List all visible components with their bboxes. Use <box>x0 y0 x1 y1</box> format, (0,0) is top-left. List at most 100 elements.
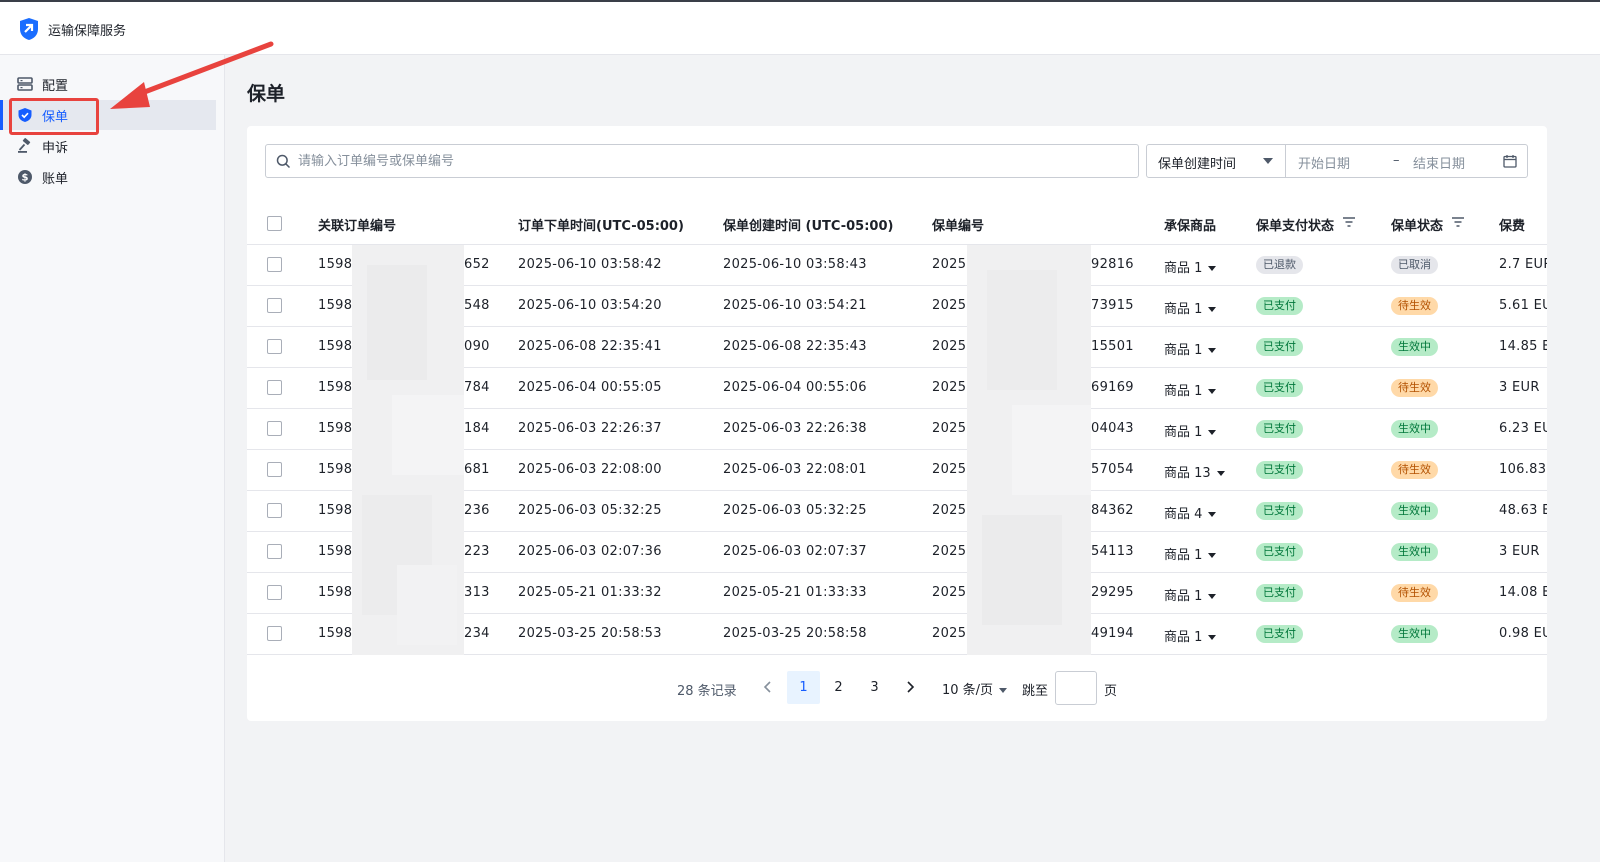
pay-status-badge: 已支付 <box>1256 625 1303 643</box>
policy-time: 2025-06-08 22:35:43 <box>723 339 867 354</box>
policy-time: 2025-05-21 01:33:33 <box>723 585 867 600</box>
chevron-left-icon[interactable] <box>761 679 775 695</box>
sidebar: 配置 保单 申诉 $ 账单 <box>0 55 225 862</box>
page-3-button[interactable]: 3 <box>858 671 891 704</box>
search-input[interactable] <box>298 151 1118 171</box>
order-no-suffix: 784 <box>464 380 490 395</box>
jump-page-input[interactable] <box>1055 671 1097 705</box>
caret-down-icon <box>1208 512 1217 517</box>
filter-icon[interactable] <box>1342 216 1356 228</box>
policy-status-badge: 待生效 <box>1391 379 1438 397</box>
logo-icon <box>20 18 38 40</box>
pay-status-badge: 已支付 <box>1256 502 1303 520</box>
product-dropdown[interactable]: 商品 1 <box>1164 585 1217 604</box>
chevron-right-icon[interactable] <box>903 679 917 695</box>
policy-status-badge: 生效中 <box>1391 502 1438 520</box>
search-icon <box>276 154 291 169</box>
pay-status-badge: 已支付 <box>1256 379 1303 397</box>
policy-no-suffix: 15501 <box>1091 339 1134 354</box>
policy-status-badge: 待生效 <box>1391 584 1438 602</box>
policy-no-suffix: 84362 <box>1091 503 1134 518</box>
product-dropdown[interactable]: 商品 1 <box>1164 626 1217 645</box>
row-checkbox[interactable] <box>267 462 282 477</box>
product-dropdown[interactable]: 商品 1 <box>1164 380 1217 399</box>
dollar-circle-icon: $ <box>18 170 32 184</box>
pay-status-badge: 已支付 <box>1256 297 1303 315</box>
policy-status-badge: 生效中 <box>1391 543 1438 561</box>
order-time: 2025-06-04 00:55:05 <box>518 380 662 395</box>
policy-time: 2025-06-03 05:32:25 <box>723 503 867 518</box>
policy-no-suffix: 69169 <box>1091 380 1134 395</box>
product-dropdown[interactable]: 商品 1 <box>1164 421 1217 440</box>
product-label: 商品 1 <box>1164 302 1203 317</box>
row-checkbox[interactable] <box>267 298 282 313</box>
sidebar-item-appeal[interactable]: 申诉 <box>0 131 216 161</box>
order-time: 2025-03-25 20:58:53 <box>518 626 662 641</box>
page-title: 保单 <box>247 83 286 105</box>
row-checkbox[interactable] <box>267 380 282 395</box>
caret-down-icon <box>1208 307 1217 312</box>
row-checkbox[interactable] <box>267 585 282 600</box>
server-icon <box>17 77 33 91</box>
fee-value: 3 EUR <box>1499 544 1540 559</box>
order-no-suffix: 236 <box>464 503 490 518</box>
row-checkbox[interactable] <box>267 626 282 641</box>
redacted-policy-numbers <box>967 245 1091 655</box>
row-checkbox[interactable] <box>267 544 282 559</box>
policy-no-prefix: 2025 <box>932 380 967 395</box>
search-box <box>265 144 1139 178</box>
order-no-prefix: 1598 <box>318 585 353 600</box>
row-checkbox[interactable] <box>267 257 282 272</box>
policy-no-suffix: 57054 <box>1091 462 1134 477</box>
start-date-input[interactable]: 开始日期 <box>1298 153 1350 172</box>
row-checkbox[interactable] <box>267 503 282 518</box>
product-dropdown[interactable]: 商品 1 <box>1164 257 1217 276</box>
order-no-prefix: 1598 <box>318 462 353 477</box>
sidebar-item-policy[interactable]: 保单 <box>0 100 216 130</box>
row-checkbox[interactable] <box>267 421 282 436</box>
filter-icon[interactable] <box>1451 216 1465 228</box>
order-no-prefix: 1598 <box>318 503 353 518</box>
sidebar-item-config[interactable]: 配置 <box>0 69 216 99</box>
calendar-icon[interactable] <box>1503 154 1517 168</box>
policy-no-prefix: 2025 <box>932 421 967 436</box>
product-dropdown[interactable]: 商品 4 <box>1164 503 1217 522</box>
col-header-policy-status: 保单状态 <box>1391 219 1444 234</box>
fee-value: 0.98 EU <box>1499 626 1547 641</box>
end-date-input[interactable]: 结束日期 <box>1413 153 1465 172</box>
redacted-order-numbers <box>352 245 464 655</box>
date-field-select[interactable]: 保单创建时间 <box>1147 145 1286 177</box>
pay-status-badge: 已支付 <box>1256 461 1303 479</box>
caret-down-icon <box>1263 158 1273 164</box>
page-size-select[interactable]: 10 条/页 <box>942 679 1008 698</box>
policy-no-suffix: 29295 <box>1091 585 1134 600</box>
app-title: 运输保障服务 <box>48 24 127 39</box>
policy-no-prefix: 2025 <box>932 626 967 641</box>
policy-no-suffix: 73915 <box>1091 298 1134 313</box>
col-header-order-no: 关联订单编号 <box>318 219 397 234</box>
table-header-row: 关联订单编号 订单下单时间(UTC-05:00) 保单创建时间 (UTC-05:… <box>247 202 1547 245</box>
product-label: 商品 1 <box>1164 261 1203 276</box>
row-checkbox[interactable] <box>267 339 282 354</box>
product-dropdown[interactable]: 商品 13 <box>1164 462 1225 481</box>
policy-time: 2025-06-04 00:55:06 <box>723 380 867 395</box>
policy-no-suffix: 92816 <box>1091 257 1134 272</box>
fee-value: 48.63 E <box>1499 503 1547 518</box>
policy-no-prefix: 2025 <box>932 585 967 600</box>
select-all-checkbox[interactable] <box>267 216 282 231</box>
page-unit-label: 页 <box>1104 684 1118 699</box>
product-dropdown[interactable]: 商品 1 <box>1164 339 1217 358</box>
jump-label: 跳至 <box>1022 684 1049 699</box>
order-time: 2025-06-10 03:58:42 <box>518 257 662 272</box>
product-dropdown[interactable]: 商品 1 <box>1164 298 1217 317</box>
policy-no-prefix: 2025 <box>932 462 967 477</box>
page-1-button[interactable]: 1 <box>787 671 820 704</box>
product-dropdown[interactable]: 商品 1 <box>1164 544 1217 563</box>
order-no-suffix: 681 <box>464 462 490 477</box>
product-label: 商品 1 <box>1164 548 1203 563</box>
order-no-prefix: 1598 <box>318 339 353 354</box>
policy-no-suffix: 49194 <box>1091 626 1134 641</box>
policy-time: 2025-06-10 03:58:43 <box>723 257 867 272</box>
page-2-button[interactable]: 2 <box>822 671 855 704</box>
sidebar-item-billing[interactable]: $ 账单 <box>0 162 216 192</box>
